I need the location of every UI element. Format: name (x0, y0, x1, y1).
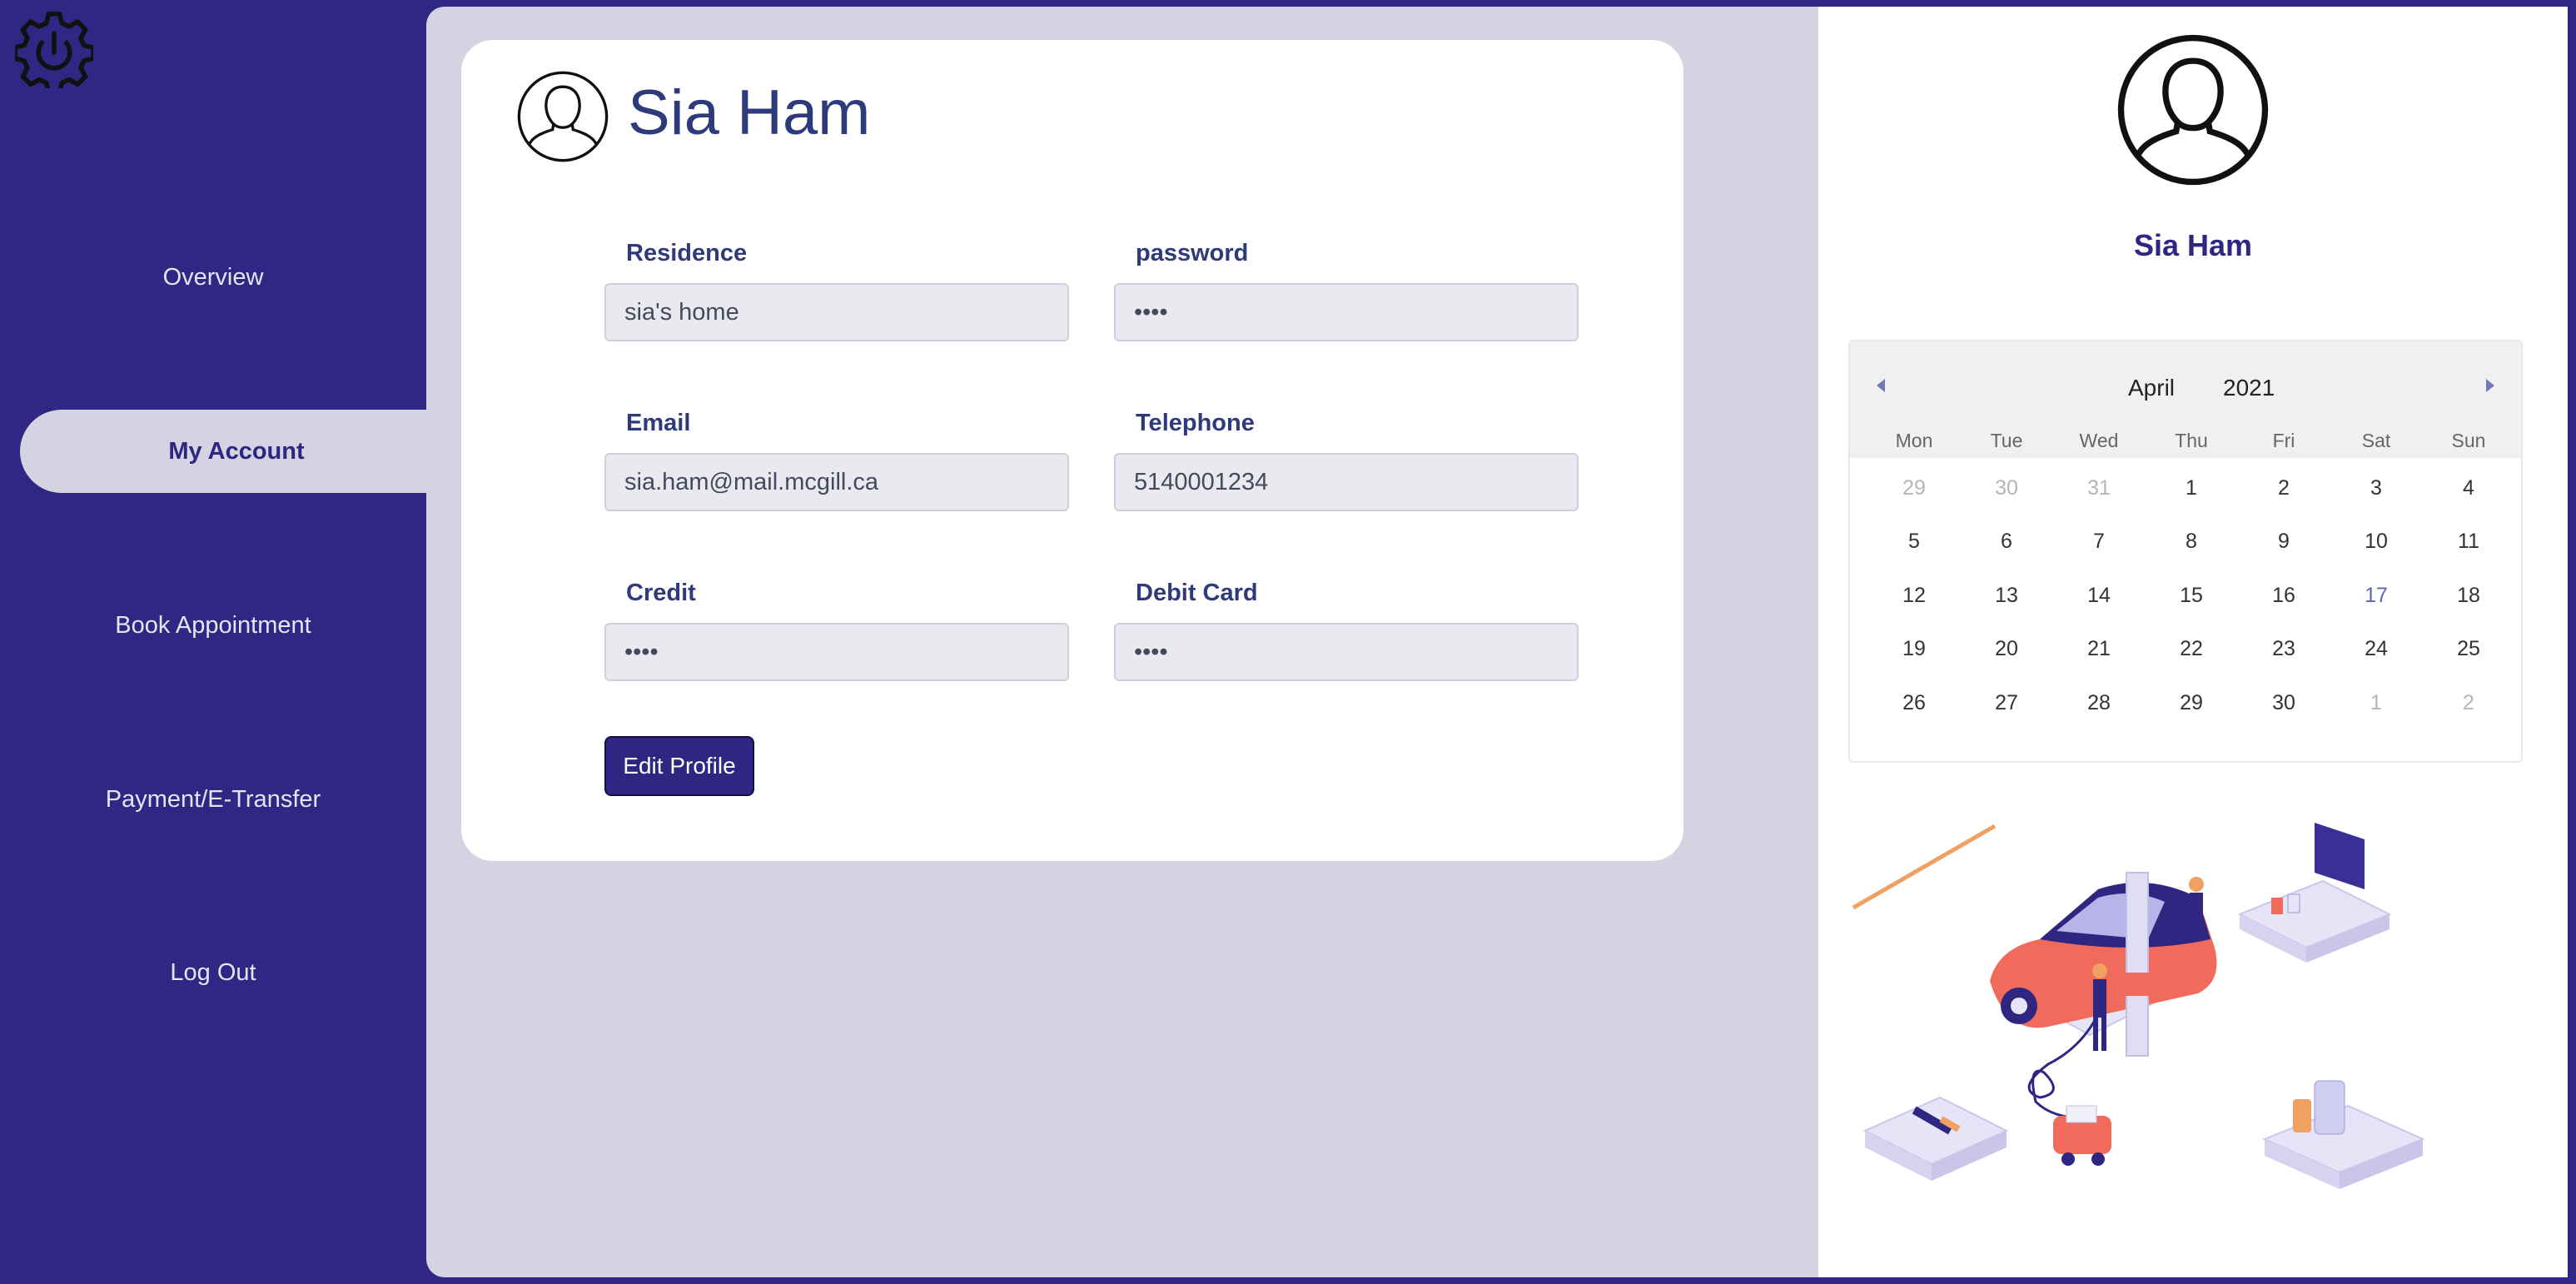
sidebar-item-log-out[interactable]: Log Out (0, 948, 426, 998)
car-repair-illustration (1852, 823, 2425, 1189)
calendar-day[interactable]: 17 (2330, 575, 2422, 616)
page-title: Sia Ham (628, 77, 871, 148)
calendar-day[interactable]: 1 (2146, 467, 2237, 509)
calendar-day[interactable]: 16 (2238, 575, 2330, 616)
calendar-day[interactable]: 1 (2330, 682, 2422, 724)
gear-power-icon[interactable] (15, 10, 93, 88)
calendar-day[interactable]: 20 (1961, 628, 2052, 669)
telephone-field[interactable] (1114, 453, 1579, 511)
calendar-day[interactable]: 4 (2423, 467, 2514, 509)
password-label: password (1136, 240, 1249, 266)
weekday-label: Tue (1990, 430, 2023, 451)
credit-field[interactable] (604, 623, 1069, 681)
email-label: Email (626, 410, 691, 436)
calendar-day[interactable]: 11 (2423, 520, 2514, 562)
calendar-month[interactable]: April (2128, 375, 2175, 401)
right-panel: Sia Ham April 2021 Mon Tue Wed Thu Fri Sat Sun… (1818, 7, 2568, 1277)
weekday-label: Thu (2175, 430, 2208, 451)
calendar-day[interactable]: 7 (2053, 520, 2145, 562)
email-field[interactable] (604, 453, 1069, 511)
calendar-day[interactable]: 25 (2423, 628, 2514, 669)
calendar-day[interactable]: 10 (2330, 520, 2422, 562)
calendar-day[interactable]: 13 (1961, 575, 2052, 616)
debit-card-label: Debit Card (1136, 580, 1258, 606)
calendar: April 2021 Mon Tue Wed Thu Fri Sat Sun 29 30 31 1… (1848, 340, 2523, 763)
calendar-day[interactable]: 31 (2053, 467, 2145, 509)
profile-name: Sia Ham (2133, 228, 2253, 262)
calendar-day[interactable]: 3 (2330, 467, 2422, 509)
calendar-day[interactable]: 29 (2146, 682, 2237, 724)
user-avatar-icon (2117, 34, 2269, 186)
calendar-day[interactable]: 28 (2053, 682, 2145, 724)
calendar-day[interactable]: 26 (1868, 682, 1960, 724)
weekday-label: Sun (2451, 430, 2486, 451)
calendar-day[interactable]: 6 (1961, 520, 2052, 562)
debit-card-field[interactable] (1114, 623, 1579, 681)
sidebar: Overview My Account Book Appointment Pay… (0, 0, 453, 1284)
sidebar-item-my-account[interactable]: My Account (20, 410, 453, 493)
sidebar-item-label: Payment/E-Transfer (105, 785, 321, 813)
sidebar-item-book-appointment[interactable]: Book Appointment (0, 600, 426, 650)
calendar-day[interactable]: 30 (1961, 467, 2052, 509)
weekday-label: Wed (2079, 430, 2119, 451)
sidebar-item-label: Overview (162, 263, 264, 291)
user-avatar-icon (517, 71, 609, 162)
calendar-day[interactable]: 2 (2238, 467, 2330, 509)
prev-month-icon[interactable] (1868, 373, 1893, 398)
edit-profile-button[interactable]: Edit Profile (604, 736, 754, 796)
profile-card: Sia Ham Residence password Email Telepho… (461, 40, 1683, 861)
main-content: Sia Ham Residence password Email Telepho… (426, 7, 1818, 1277)
password-field[interactable] (1114, 283, 1579, 341)
calendar-day[interactable]: 22 (2146, 628, 2237, 669)
sidebar-item-label: Book Appointment (115, 611, 311, 639)
weekday-label: Fri (2272, 430, 2295, 451)
weekday-label: Sat (2361, 430, 2391, 451)
residence-field[interactable] (604, 283, 1069, 341)
next-month-icon[interactable] (2478, 373, 2503, 398)
calendar-day[interactable]: 12 (1868, 575, 1960, 616)
sidebar-item-payment[interactable]: Payment/E-Transfer (0, 774, 426, 824)
calendar-day[interactable]: 2 (2423, 682, 2514, 724)
residence-label: Residence (626, 240, 748, 266)
calendar-day[interactable]: 30 (2238, 682, 2330, 724)
calendar-day[interactable]: 29 (1868, 467, 1960, 509)
credit-label: Credit (626, 580, 696, 606)
sidebar-item-label: My Account (168, 437, 305, 465)
sidebar-item-label: Log Out (170, 958, 256, 986)
weekday-label: Mon (1895, 430, 1933, 451)
calendar-day[interactable]: 15 (2146, 575, 2237, 616)
calendar-day[interactable]: 21 (2053, 628, 2145, 669)
calendar-day[interactable]: 23 (2238, 628, 2330, 669)
app-root: Overview My Account Book Appointment Pay… (0, 0, 2576, 1284)
calendar-day[interactable]: 27 (1961, 682, 2052, 724)
calendar-day[interactable]: 9 (2238, 520, 2330, 562)
calendar-day[interactable]: 14 (2053, 575, 2145, 616)
calendar-day[interactable]: 24 (2330, 628, 2422, 669)
calendar-year[interactable]: 2021 (2223, 375, 2275, 401)
calendar-day[interactable]: 5 (1868, 520, 1960, 562)
calendar-day[interactable]: 8 (2146, 520, 2237, 562)
calendar-day[interactable]: 19 (1868, 628, 1960, 669)
calendar-day[interactable]: 18 (2423, 575, 2514, 616)
telephone-label: Telephone (1136, 410, 1255, 436)
sidebar-item-overview[interactable]: Overview (0, 252, 426, 302)
